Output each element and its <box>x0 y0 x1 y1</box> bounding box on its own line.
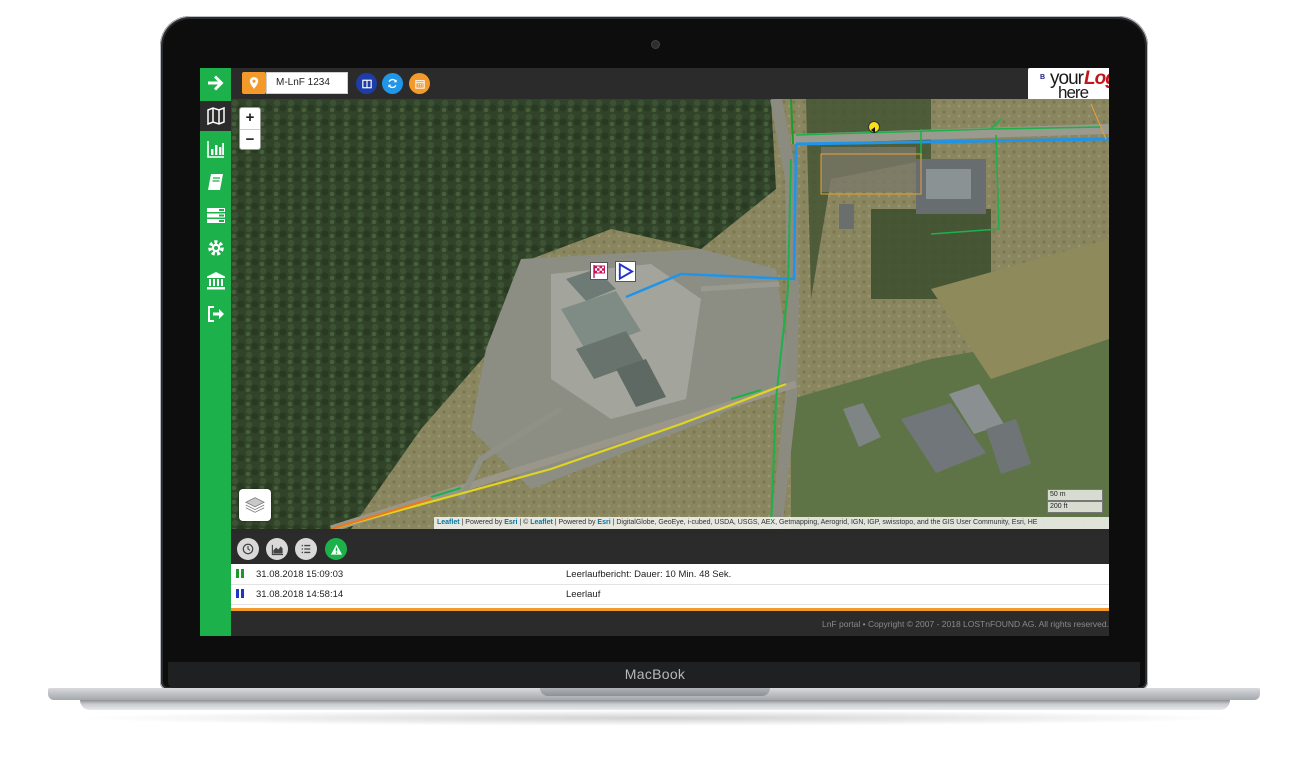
calendar-icon <box>414 79 425 89</box>
logout-icon <box>207 306 224 322</box>
book-icon <box>207 174 223 190</box>
attribution-text: | DigitalGlobe, GeoEye, i-cubed, USDA, U… <box>610 519 1038 526</box>
start-marker[interactable] <box>615 261 636 282</box>
panel-toolbar <box>231 534 1109 564</box>
sidebar-item-logbook[interactable] <box>200 167 231 197</box>
top-toolbar: M-LnF 1234 B your Logo ® here <box>231 68 1109 102</box>
gear-icon <box>207 240 224 256</box>
leaflet-link[interactable]: Leaflet <box>437 519 460 526</box>
list-button[interactable] <box>295 538 317 560</box>
sidebar-item-settings[interactable] <box>200 233 231 263</box>
device-brand: MacBook <box>624 666 686 682</box>
map-view[interactable]: + − 50 m 200 ft Leaflet | Powered by Esr… <box>231 99 1109 529</box>
leaflet-link[interactable]: Leaflet <box>530 519 553 526</box>
map-attribution: Leaflet | Powered by Esri | © Leaflet | … <box>434 517 1109 529</box>
play-icon <box>618 262 635 281</box>
clock-icon <box>242 543 254 555</box>
laptop-shadow <box>70 710 1240 726</box>
laptop-base-edge <box>80 700 1230 710</box>
event-timestamp: 31.08.2018 15:09:03 <box>256 569 344 580</box>
sidebar-item-institution[interactable] <box>200 266 231 296</box>
webcam <box>651 40 660 49</box>
attribution-text: | Powered by <box>459 519 505 526</box>
status-indicator <box>236 569 245 578</box>
bar-chart-icon <box>206 141 224 158</box>
esri-link[interactable]: Esri <box>597 519 610 526</box>
checkered-flag-icon <box>593 265 605 278</box>
map-pin-icon <box>249 77 259 89</box>
arrow-right-icon <box>207 75 223 91</box>
vehicle-direction-marker[interactable] <box>868 121 880 133</box>
refresh-button[interactable] <box>382 73 403 94</box>
alerts-button[interactable] <box>325 538 347 560</box>
sidebar-item-list[interactable] <box>200 200 231 230</box>
area-chart-icon <box>271 544 283 555</box>
footer: LnF portal • Copyright © 2007 - 2018 LOS… <box>231 611 1109 636</box>
layers-icon <box>245 497 265 513</box>
map-scale: 50 m 200 ft <box>1047 489 1103 513</box>
map-icon <box>206 106 225 126</box>
warning-icon <box>330 543 342 555</box>
list-icon <box>301 544 311 554</box>
calendar-button[interactable] <box>409 73 430 94</box>
sidebar-item-logout[interactable] <box>200 299 231 329</box>
finish-marker[interactable] <box>590 262 608 280</box>
satellite-imagery <box>231 99 1109 529</box>
table-row[interactable]: 31.08.2018 15:09:03 Leerlaufbericht: Dau… <box>231 564 1109 585</box>
company-logo: B your Logo ® here <box>1028 68 1109 102</box>
sidebar-item-reports[interactable] <box>200 134 231 164</box>
laptop-notch <box>540 688 770 696</box>
sidebar-item-map[interactable] <box>200 101 231 131</box>
list-icon <box>206 208 225 223</box>
event-description: Leerlauf <box>566 589 601 600</box>
layers-button[interactable] <box>239 489 271 521</box>
arrow-left-icon <box>871 127 875 133</box>
sidebar-toggle[interactable] <box>200 68 231 98</box>
scale-imperial: 200 ft <box>1047 502 1103 513</box>
zoom-out-button[interactable]: − <box>240 130 260 151</box>
logo-b: B <box>1040 74 1046 81</box>
attribution-text: | Powered by <box>552 519 598 526</box>
event-description: Leerlaufbericht: Dauer: 10 Min. 48 Sek. <box>566 569 732 580</box>
status-indicator <box>236 589 245 598</box>
scale-metric: 50 m <box>1047 489 1103 502</box>
split-view-button[interactable] <box>356 73 377 94</box>
copyright-text: LnF portal • Copyright © 2007 - 2018 LOS… <box>821 619 1109 629</box>
app-screen: M-LnF 1234 B your Logo ® here <box>200 68 1109 636</box>
sidebar <box>200 68 231 636</box>
history-button[interactable] <box>237 538 259 560</box>
zoom-in-button[interactable]: + <box>240 108 260 130</box>
table-row[interactable]: 31.08.2018 14:58:14 Leerlauf <box>231 584 1109 605</box>
columns-icon <box>361 79 372 88</box>
esri-link[interactable]: Esri <box>504 519 517 526</box>
event-timestamp: 31.08.2018 14:58:14 <box>256 589 344 600</box>
vehicle-locate-button[interactable] <box>242 72 266 94</box>
zoom-control: + − <box>239 107 261 150</box>
event-list: 31.08.2018 15:09:03 Leerlaufbericht: Dau… <box>231 564 1109 608</box>
bank-icon <box>206 272 225 290</box>
vehicle-select-input[interactable]: M-LnF 1234 <box>266 72 348 94</box>
attribution-text: | © <box>517 519 531 526</box>
refresh-icon <box>388 78 397 89</box>
chart-button[interactable] <box>266 538 288 560</box>
